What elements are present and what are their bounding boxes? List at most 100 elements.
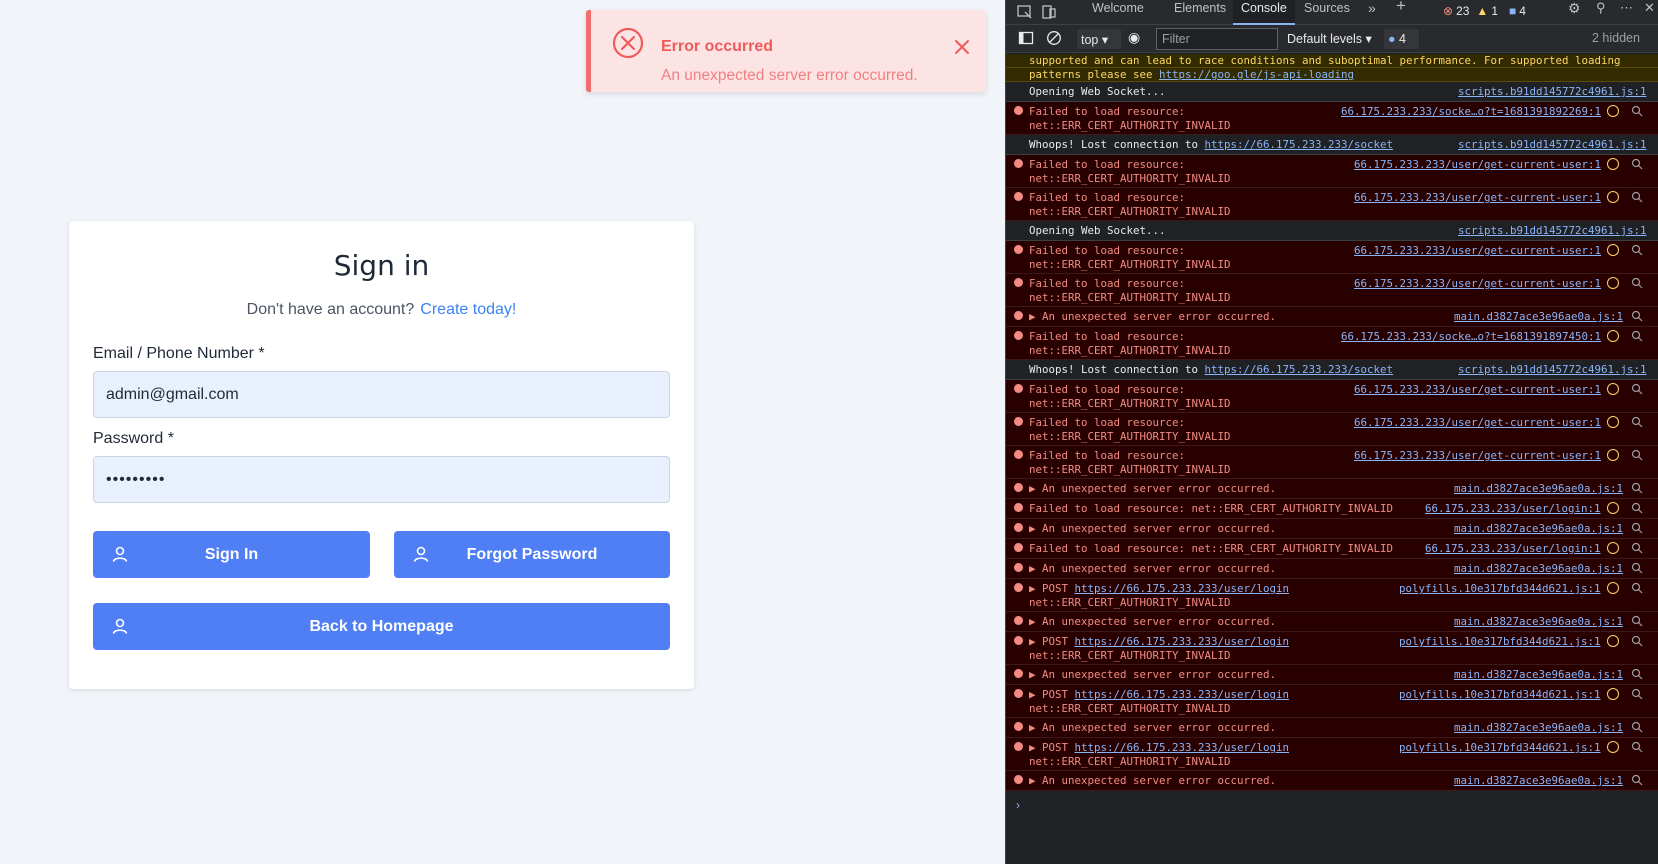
console-row[interactable]: ▶ POST https://66.175.233.233/user/login… (1006, 632, 1658, 665)
network-info-icon[interactable] (1607, 449, 1619, 461)
message-link[interactable]: https://66.175.233.233/user/login (1075, 741, 1290, 754)
search-icon[interactable] (1631, 482, 1643, 494)
console-row[interactable]: ▶ An unexpected server error occurred. ma… (1006, 665, 1658, 685)
network-info-icon[interactable] (1607, 582, 1619, 594)
console-row[interactable]: Failed to load resource: net::ERR_CERT_A… (1006, 327, 1658, 360)
settings-icon[interactable]: ⚙ (1568, 0, 1581, 25)
source-link[interactable]: scripts.b91dd145772c4961.js:1 (1458, 138, 1647, 152)
console-row[interactable]: ▶ An unexpected server error occurred. ma… (1006, 771, 1658, 791)
add-tab-icon[interactable]: + (1396, 0, 1406, 23)
network-info-icon[interactable] (1607, 416, 1619, 428)
inspect-icon[interactable] (1016, 3, 1034, 21)
network-info-icon[interactable] (1607, 741, 1619, 753)
search-icon[interactable] (1631, 191, 1643, 203)
search-icon[interactable] (1631, 449, 1643, 461)
tab-console[interactable]: Console (1233, 0, 1295, 25)
source-link[interactable]: polyfills.10e317bfd344d621.js:1 (1399, 582, 1601, 596)
search-icon[interactable] (1631, 105, 1643, 117)
console-row[interactable]: Failed to load resource: net::ERR_CERT_A… (1006, 499, 1658, 519)
source-link[interactable]: main.d3827ace3e96ae0a.js:1 (1454, 774, 1623, 788)
console-row[interactable]: ▶ An unexpected server error occurred. ma… (1006, 718, 1658, 738)
search-icon[interactable] (1631, 310, 1643, 322)
network-info-icon[interactable] (1607, 688, 1619, 700)
search-icon[interactable] (1631, 502, 1643, 514)
search-icon[interactable] (1631, 277, 1643, 289)
search-icon[interactable] (1631, 522, 1643, 534)
search-icon[interactable] (1631, 244, 1643, 256)
source-link[interactable]: 66.175.233.233/user/get-current-user:1 (1354, 191, 1601, 205)
close-devtools-icon[interactable]: ✕ (1644, 0, 1655, 25)
create-account-link[interactable]: Create today! (420, 301, 516, 318)
device-toolbar-icon[interactable] (1040, 3, 1058, 21)
console-row[interactable]: ▶ An unexpected server error occurred. ma… (1006, 559, 1658, 579)
live-expression-icon[interactable]: ◉ (1128, 29, 1140, 46)
console-row[interactable]: ▶ An unexpected server error occurred. ma… (1006, 479, 1658, 499)
source-link[interactable]: 66.175.233.233/user/get-current-user:1 (1354, 244, 1601, 258)
source-link[interactable]: 66.175.233.233/user/get-current-user:1 (1354, 277, 1601, 291)
search-icon[interactable] (1631, 721, 1643, 733)
source-link[interactable]: 66.175.233.233/user/get-current-user:1 (1354, 158, 1601, 172)
console-row[interactable]: Failed to load resource: net::ERR_CERT_A… (1006, 102, 1658, 135)
source-link[interactable]: polyfills.10e317bfd344d621.js:1 (1399, 688, 1601, 702)
console-row[interactable]: ▶ POST https://66.175.233.233/user/login… (1006, 738, 1658, 771)
sign-in-button[interactable]: Sign In (93, 531, 370, 578)
console-row[interactable]: Opening Web Socket... scripts.b91dd145772… (1006, 82, 1658, 102)
network-info-icon[interactable] (1607, 635, 1619, 647)
console-prompt[interactable]: › (1016, 798, 1020, 812)
network-info-icon[interactable] (1607, 542, 1619, 554)
console-row[interactable]: Whoops! Lost connection to https://66.17… (1006, 360, 1658, 380)
source-link[interactable]: polyfills.10e317bfd344d621.js:1 (1399, 741, 1601, 755)
search-icon[interactable] (1631, 741, 1643, 753)
console-row[interactable]: Failed to load resource: net::ERR_CERT_A… (1006, 539, 1658, 559)
source-link[interactable]: scripts.b91dd145772c4961.js:1 (1458, 85, 1647, 99)
message-link[interactable]: https://66.175.233.233/user/login (1075, 635, 1290, 648)
customize-icon[interactable]: ⚲ (1596, 0, 1606, 25)
search-icon[interactable] (1631, 330, 1643, 342)
console-row[interactable]: ▶ An unexpected server error occurred. ma… (1006, 519, 1658, 539)
clear-console-icon[interactable] (1046, 30, 1062, 46)
search-icon[interactable] (1631, 383, 1643, 395)
console-row[interactable]: ▶ POST https://66.175.233.233/user/login… (1006, 685, 1658, 718)
network-info-icon[interactable] (1607, 502, 1619, 514)
source-link[interactable]: main.d3827ace3e96ae0a.js:1 (1454, 482, 1623, 496)
source-link[interactable]: polyfills.10e317bfd344d621.js:1 (1399, 635, 1601, 649)
console-row[interactable]: supported and can lead to race condition… (1006, 54, 1658, 68)
password-field[interactable]: ••••••••• (93, 456, 670, 503)
search-icon[interactable] (1631, 635, 1643, 647)
console-row[interactable]: Failed to load resource: net::ERR_CERT_A… (1006, 155, 1658, 188)
forgot-password-button[interactable]: Forgot Password (394, 531, 670, 578)
network-info-icon[interactable] (1607, 383, 1619, 395)
console-row[interactable]: Failed to load resource: net::ERR_CERT_A… (1006, 188, 1658, 221)
search-icon[interactable] (1631, 774, 1643, 786)
console-row[interactable]: Failed to load resource: net::ERR_CERT_A… (1006, 413, 1658, 446)
source-link[interactable]: scripts.b91dd145772c4961.js:1 (1458, 224, 1647, 238)
network-info-icon[interactable] (1607, 277, 1619, 289)
network-info-icon[interactable] (1607, 158, 1619, 170)
message-link[interactable]: https://66.175.233.233/user/login (1075, 688, 1290, 701)
network-info-icon[interactable] (1607, 330, 1619, 342)
source-link[interactable]: main.d3827ace3e96ae0a.js:1 (1454, 668, 1623, 682)
email-field[interactable]: admin@gmail.com (93, 371, 670, 418)
console-row[interactable]: Failed to load resource: net::ERR_CERT_A… (1006, 274, 1658, 307)
source-link[interactable]: 66.175.233.233/user/get-current-user:1 (1354, 449, 1601, 463)
source-link[interactable]: scripts.b91dd145772c4961.js:1 (1458, 363, 1647, 377)
console-row[interactable]: Whoops! Lost connection to https://66.17… (1006, 135, 1658, 155)
network-info-icon[interactable] (1607, 105, 1619, 117)
sidebar-toggle-icon[interactable] (1018, 30, 1034, 46)
console-row[interactable]: Failed to load resource: net::ERR_CERT_A… (1006, 241, 1658, 274)
search-icon[interactable] (1631, 562, 1643, 574)
search-icon[interactable] (1631, 582, 1643, 594)
message-link[interactable]: https://66.175.233.233/user/login (1075, 582, 1290, 595)
message-link[interactable]: https://66.175.233.233/socket (1205, 363, 1394, 376)
console-row[interactable]: patterns please see https://goo.gle/js-a… (1006, 68, 1658, 82)
issue-counts[interactable]: ⊗ 23 ▲ 1 ■ 4 (1443, 0, 1529, 22)
search-icon[interactable] (1631, 668, 1643, 680)
console-row[interactable]: Failed to load resource: net::ERR_CERT_A… (1006, 446, 1658, 479)
message-link[interactable]: https://66.175.233.233/socket (1205, 138, 1394, 151)
source-link[interactable]: 66.175.233.233/socke…o?t=1681391892269:1 (1341, 105, 1601, 119)
message-link[interactable]: https://goo.gle/js-api-loading (1159, 68, 1354, 81)
source-link[interactable]: main.d3827ace3e96ae0a.js:1 (1454, 310, 1623, 324)
network-info-icon[interactable] (1607, 191, 1619, 203)
console-row[interactable]: ▶ POST https://66.175.233.233/user/login… (1006, 579, 1658, 612)
source-link[interactable]: main.d3827ace3e96ae0a.js:1 (1454, 615, 1623, 629)
